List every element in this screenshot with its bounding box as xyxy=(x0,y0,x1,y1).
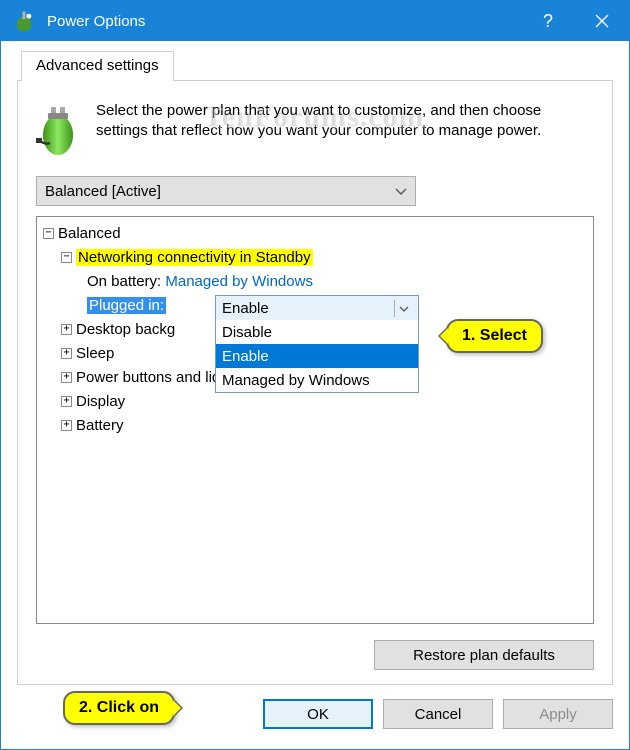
tree-item-networking[interactable]: − Networking connectivity in Standby xyxy=(39,245,591,269)
power-options-window: Power Options ? TenForums.com Advanced s… xyxy=(0,0,630,750)
expand-icon[interactable]: + xyxy=(61,348,72,359)
titlebar[interactable]: Power Options ? xyxy=(1,1,629,41)
dialog-buttons: OK Cancel Apply 2. Click on xyxy=(1,685,629,749)
intro-text: Select the power plan that you want to c… xyxy=(96,101,594,162)
combo-selected[interactable]: Enable xyxy=(216,296,418,320)
chevron-down-icon xyxy=(394,300,412,317)
collapse-icon[interactable]: − xyxy=(43,228,54,239)
expand-icon[interactable]: + xyxy=(61,324,72,335)
callout-select: 1. Select xyxy=(446,319,543,353)
chevron-down-icon xyxy=(395,183,407,200)
window-title: Power Options xyxy=(47,13,521,30)
power-icon xyxy=(11,8,37,34)
tab-advanced-settings[interactable]: Advanced settings xyxy=(21,51,174,81)
plan-select[interactable]: Balanced [Active] xyxy=(36,176,416,206)
close-button[interactable] xyxy=(575,1,629,41)
ok-button[interactable]: OK xyxy=(263,699,373,729)
tree-item-label: Display xyxy=(76,393,125,410)
settings-tree[interactable]: − Balanced − Networking connectivity in … xyxy=(36,216,594,624)
combo-option-managed[interactable]: Managed by Windows xyxy=(216,368,418,392)
tree-item-label: Desktop backg xyxy=(76,321,175,338)
intro-row: Select the power plan that you want to c… xyxy=(36,101,594,162)
plan-select-value: Balanced [Active] xyxy=(45,183,161,200)
restore-defaults-button[interactable]: Restore plan defaults xyxy=(374,640,594,670)
tree-root[interactable]: − Balanced xyxy=(39,221,591,245)
cancel-button[interactable]: Cancel xyxy=(383,699,493,729)
tree-item-label: Battery xyxy=(76,417,124,434)
apply-button: Apply xyxy=(503,699,613,729)
plugged-in-combo[interactable]: Enable Disable Enable Managed by Windows xyxy=(215,295,419,393)
restore-row: Restore plan defaults xyxy=(36,640,594,670)
tab-body: Select the power plan that you want to c… xyxy=(17,80,613,685)
setting-value[interactable]: Managed by Windows xyxy=(165,273,313,290)
help-button[interactable]: ? xyxy=(521,1,575,41)
tree-item-label: Networking connectivity in Standby xyxy=(76,249,313,266)
setting-label: On battery: xyxy=(87,273,161,290)
combo-option-disable[interactable]: Disable xyxy=(216,320,418,344)
client-area: TenForums.com Advanced settings Select t… xyxy=(1,41,629,685)
collapse-icon[interactable]: − xyxy=(61,252,72,263)
combo-list: Disable Enable Managed by Windows xyxy=(216,320,418,392)
tree-root-label: Balanced xyxy=(58,225,121,242)
tab-bar: Advanced settings xyxy=(17,51,613,81)
tree-item-label: Power buttons and lid xyxy=(76,369,220,386)
expand-icon[interactable]: + xyxy=(61,372,72,383)
expand-icon[interactable]: + xyxy=(61,420,72,431)
tree-item-label: Sleep xyxy=(76,345,114,362)
callout-click-on: 2. Click on xyxy=(63,691,175,725)
setting-label: Plugged in: xyxy=(87,297,166,314)
combo-value: Enable xyxy=(222,300,269,317)
setting-on-battery[interactable]: On battery: Managed by Windows xyxy=(39,269,591,293)
battery-icon xyxy=(36,101,80,162)
expand-icon[interactable]: + xyxy=(61,396,72,407)
combo-option-enable[interactable]: Enable xyxy=(216,344,418,368)
tree-item-battery[interactable]: + Battery xyxy=(39,413,591,437)
